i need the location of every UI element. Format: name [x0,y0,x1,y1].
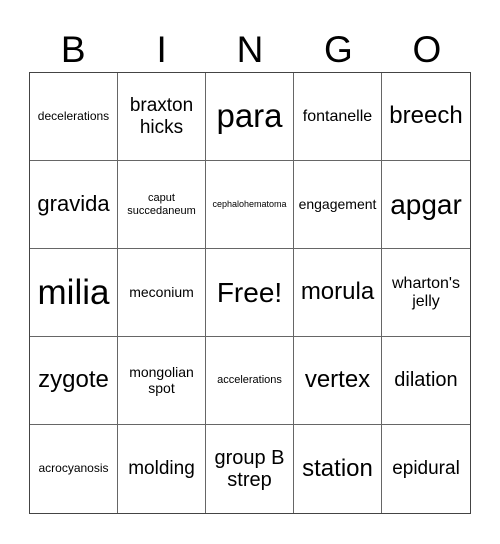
bingo-cell[interactable]: vertex [294,337,382,425]
bingo-cell[interactable]: group B strep [206,425,294,513]
bingo-cell[interactable]: cephalohematoma [206,161,294,249]
bingo-cell[interactable]: meconium [118,249,206,337]
bingo-cell[interactable]: zygote [30,337,118,425]
header-letter-o: O [412,29,442,70]
bingo-cell[interactable]: milia [30,249,118,337]
bingo-cell[interactable]: acrocyanosis [30,425,118,513]
bingo-cell[interactable]: braxton hicks [118,73,206,161]
bingo-cell[interactable]: caput succedaneum [118,161,206,249]
bingo-cell[interactable]: breech [382,73,470,161]
bingo-cell[interactable]: para [206,73,294,161]
header-letter-b: B [60,29,86,70]
bingo-cell[interactable]: engagement [294,161,382,249]
bingo-cell[interactable]: mongolian spot [118,337,206,425]
bingo-cell[interactable]: dilation [382,337,470,425]
bingo-cell[interactable]: accelerations [206,337,294,425]
header-letter-i: I [156,29,167,70]
bingo-cell[interactable]: decelerations [30,73,118,161]
bingo-cell[interactable]: wharton's jelly [382,249,470,337]
bingo-grid: decelerations braxton hicks para fontane… [29,72,471,514]
bingo-cell[interactable]: apgar [382,161,470,249]
header-letter-g: G [324,29,353,70]
bingo-cell[interactable]: station [294,425,382,513]
bingo-cell[interactable]: gravida [30,161,118,249]
bingo-cell[interactable]: molding [118,425,206,513]
bingo-free-cell[interactable]: Free! [206,249,294,337]
bingo-cell[interactable]: morula [294,249,382,337]
bingo-header: B I N G O [29,28,471,72]
bingo-cell[interactable]: fontanelle [294,73,382,161]
header-letter-n: N [236,29,264,70]
bingo-cell[interactable]: epidural [382,425,470,513]
